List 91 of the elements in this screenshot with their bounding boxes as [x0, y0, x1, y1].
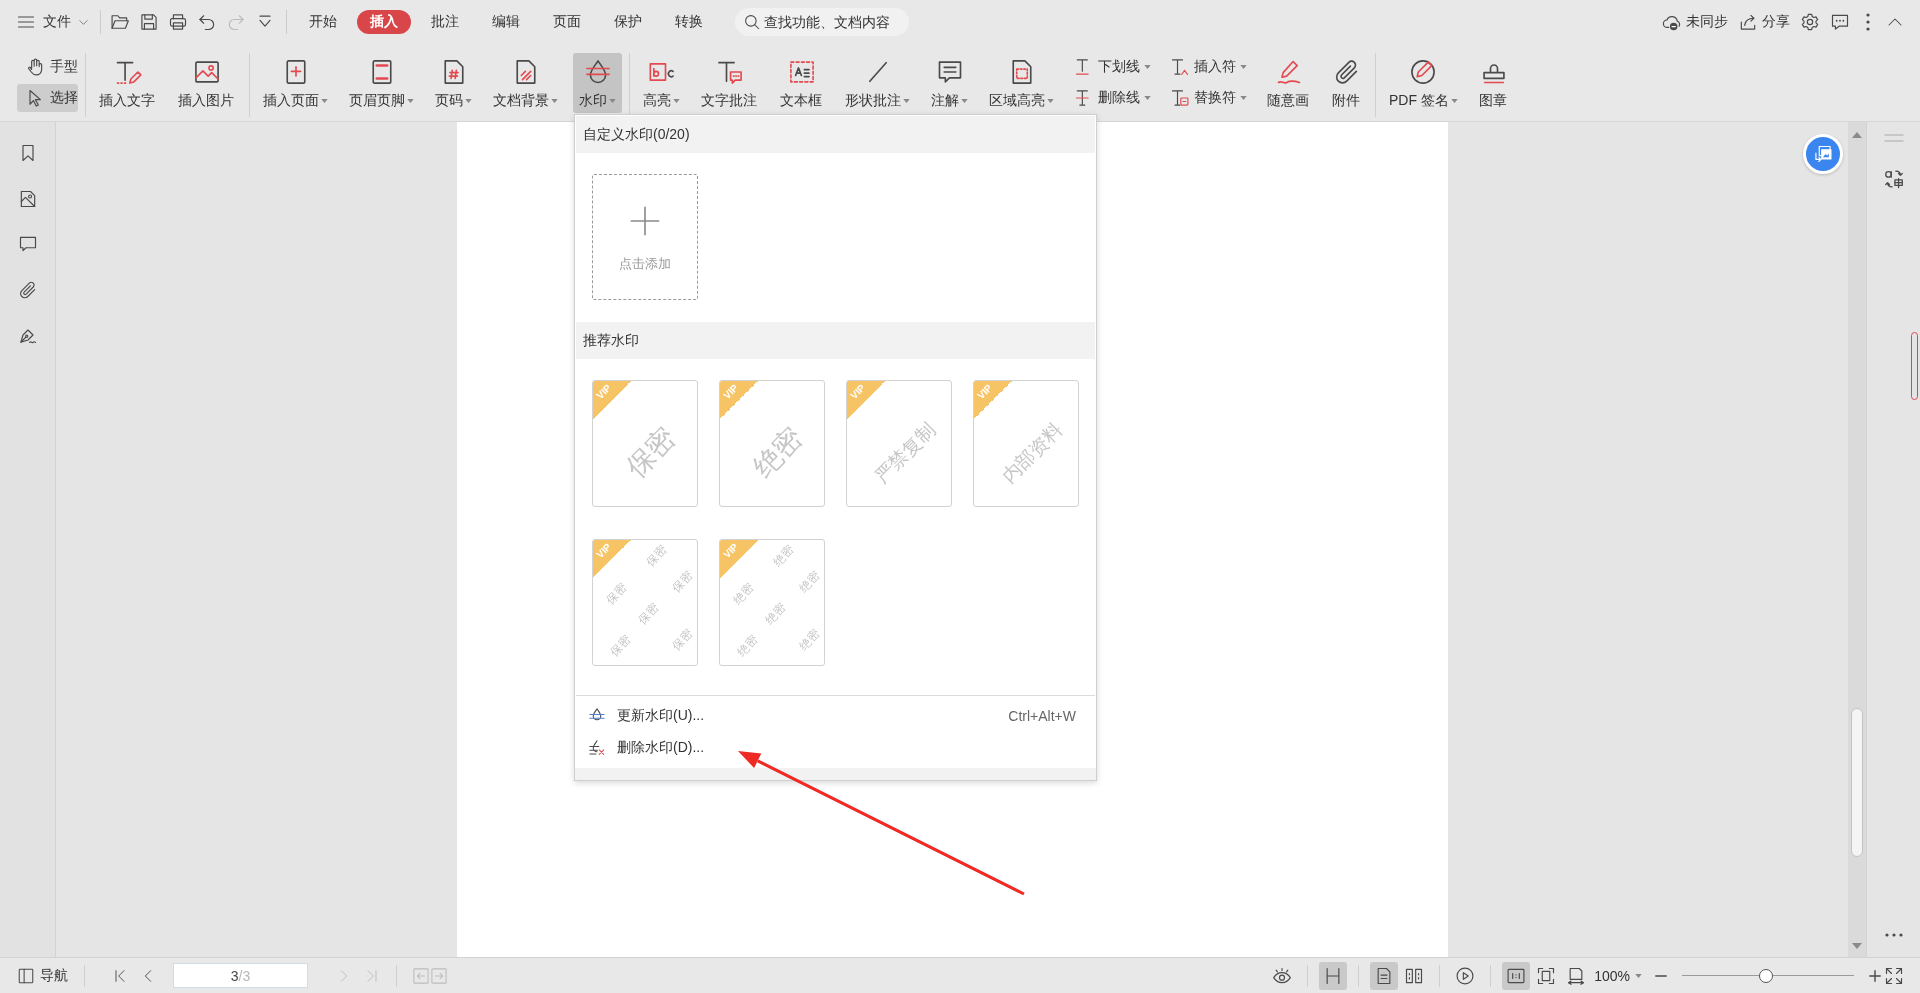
replace-mark-button[interactable]: 替换符 — [1165, 84, 1252, 112]
freehand-button[interactable]: 随意画 — [1261, 53, 1317, 113]
select-tool-button[interactable]: 选择 — [17, 84, 78, 112]
undo-icon[interactable] — [197, 12, 217, 32]
share-icon — [1738, 12, 1758, 32]
settings-icon[interactable] — [1800, 12, 1820, 32]
signature-icon — [1409, 58, 1438, 86]
sync-status-button[interactable]: 未同步 — [1662, 9, 1728, 35]
keyboard-shortcut: Ctrl+Alt+W — [1008, 708, 1076, 724]
watermark-text: 绝密 — [748, 423, 808, 483]
attachment-button[interactable]: 附件 — [1326, 53, 1368, 113]
zoom-in-icon[interactable] — [1868, 968, 1882, 983]
more-icon[interactable] — [1884, 933, 1903, 937]
fullscreen-icon[interactable] — [1884, 965, 1904, 986]
update-watermark-item[interactable]: 更新水印(U)... Ctrl+Alt+W — [576, 700, 1095, 732]
chat-icon[interactable] — [1830, 12, 1850, 32]
text-box-icon — [788, 58, 816, 86]
section-header: 自定义水印(0/20) — [576, 116, 1095, 153]
search-icon — [743, 13, 761, 31]
share-button[interactable]: 分享 — [1738, 9, 1790, 35]
text-box-button[interactable]: 文本框 — [774, 53, 830, 113]
vip-badge: VIP — [593, 381, 631, 419]
folder-icon[interactable] — [110, 12, 130, 32]
fit-width-icon — [1566, 965, 1587, 986]
menu-tab[interactable]: 编辑 — [479, 10, 533, 34]
first-page-icon[interactable] — [112, 967, 128, 984]
pdf-sign-button[interactable]: PDF 签名 — [1383, 53, 1464, 113]
highlight-button[interactable]: 高亮 — [637, 53, 686, 113]
play-icon — [1455, 965, 1476, 986]
area-highlight-button[interactable]: 区域高亮 — [983, 53, 1060, 113]
watermark-icon — [583, 58, 612, 86]
navigation-button[interactable]: 导航 — [17, 962, 68, 989]
page-number-button[interactable]: 页码 — [429, 53, 478, 113]
image-icon — [193, 58, 221, 86]
delete-watermark-item[interactable]: 删除水印(D)... — [576, 732, 724, 764]
print-icon[interactable] — [168, 12, 188, 32]
underline-button[interactable]: 下划线 — [1069, 53, 1156, 81]
continuous-view-button[interactable] — [1319, 961, 1348, 990]
page-number-field[interactable]: 3/3 — [173, 963, 308, 988]
menu-tab[interactable]: 插入 — [357, 10, 411, 34]
side-panel-icon — [17, 966, 35, 985]
caret-icon — [1635, 973, 1642, 978]
insert-text-button[interactable]: 插入文字 — [93, 53, 163, 113]
menu-tab[interactable]: 转换 — [662, 10, 716, 34]
more-icon[interactable] — [1866, 13, 1870, 31]
replace-mark-icon — [1170, 88, 1190, 108]
file-menu-button[interactable]: 文件 — [16, 8, 89, 36]
menu-tab[interactable]: 页面 — [540, 10, 594, 34]
save-icon[interactable] — [139, 12, 159, 32]
background-button[interactable]: 文档背景 — [487, 53, 564, 113]
single-page-button[interactable] — [1370, 961, 1399, 990]
insert-mark-icon — [1170, 57, 1190, 77]
translate-icon[interactable] — [1882, 168, 1905, 190]
watermark-button[interactable]: 水印 — [573, 53, 622, 113]
zoom-level-dropdown[interactable]: 100% — [1594, 967, 1642, 984]
eye-icon — [1272, 965, 1293, 986]
strikethrough-button[interactable]: 删除线 — [1069, 84, 1156, 112]
vip-badge: VIP — [593, 540, 631, 578]
insert-page-button[interactable]: 插入页面 — [257, 53, 334, 113]
scrollbar-thumb[interactable] — [1851, 708, 1863, 857]
watermark-text: 内部资料 — [998, 419, 1066, 487]
insert-image-button[interactable]: 插入图片 — [172, 53, 242, 113]
slider-thumb[interactable] — [1759, 968, 1774, 983]
watermark-text: 严禁复制 — [871, 419, 939, 487]
menu-tab[interactable]: 开始 — [296, 10, 350, 34]
fit-page-icon — [1536, 965, 1557, 986]
text-comment-button[interactable]: 文字批注 — [695, 53, 765, 113]
menu-tab[interactable]: 批注 — [418, 10, 472, 34]
drag-handle-icon[interactable] — [1883, 134, 1904, 142]
stamp-button[interactable]: 图章 — [1472, 53, 1515, 113]
plus-icon — [630, 206, 660, 236]
vip-badge: VIP — [847, 381, 885, 419]
shape-annotation-button[interactable]: 形状批注 — [839, 53, 916, 113]
vip-badge: VIP — [974, 381, 1012, 419]
watermark-delete-icon — [588, 739, 606, 757]
vip-badge: VIP — [720, 381, 758, 419]
actual-size-button[interactable] — [1502, 961, 1531, 990]
insert-mark-button[interactable]: 插入符 — [1165, 53, 1252, 81]
freehand-pen-icon — [1275, 58, 1303, 86]
comment-icon[interactable] — [17, 234, 38, 254]
note-button[interactable]: 注解 — [925, 53, 974, 113]
convert-icon — [1813, 144, 1833, 164]
watermark-text: 保密 — [621, 423, 681, 483]
vip-badge: VIP — [720, 540, 758, 578]
menu-tab[interactable]: 保护 — [601, 10, 655, 34]
paperclip-icon[interactable] — [17, 279, 38, 300]
header-footer-button[interactable]: 页眉页脚 — [343, 53, 420, 113]
section-header: 推荐水印 — [576, 322, 1095, 359]
hand-icon — [25, 57, 45, 77]
hand-tool-button[interactable]: 手型 — [17, 53, 78, 81]
search-field[interactable]: 查找功能、文档内容 — [735, 8, 909, 36]
